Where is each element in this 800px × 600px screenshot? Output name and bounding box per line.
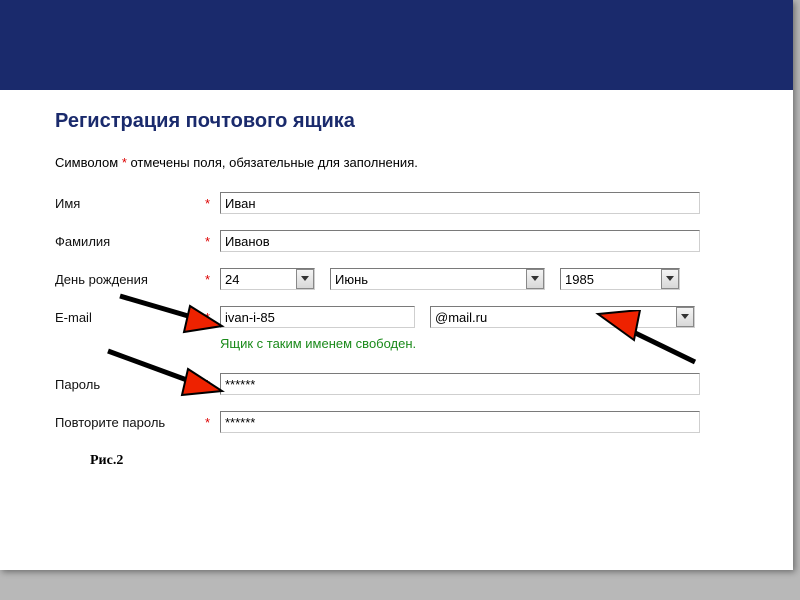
email-availability-hint: Ящик с таким именем свободен. — [220, 336, 748, 351]
password-input[interactable] — [220, 373, 700, 395]
row-email: E-mail * — [55, 304, 748, 330]
row-password: Пароль * — [55, 371, 748, 397]
required-note: Символом * отмечены поля, обязательные д… — [55, 155, 748, 170]
label-email: E-mail — [55, 310, 205, 325]
row-first-name: Имя * — [55, 190, 748, 216]
dropdown-icon[interactable] — [661, 269, 679, 289]
label-password-repeat: Повторите пароль — [55, 415, 205, 430]
password-repeat-input[interactable] — [220, 411, 700, 433]
label-first-name: Имя — [55, 196, 205, 211]
last-name-input[interactable] — [220, 230, 700, 252]
dropdown-icon[interactable] — [296, 269, 314, 289]
required-mark: * — [205, 196, 220, 211]
page-title: Регистрация почтового ящика — [55, 110, 748, 133]
email-domain-select[interactable] — [430, 306, 695, 328]
row-password-repeat: Повторите пароль * — [55, 409, 748, 435]
dropdown-icon[interactable] — [526, 269, 544, 289]
required-mark: * — [205, 415, 220, 430]
required-mark: * — [205, 310, 220, 325]
slide: Регистрация почтового ящика Символом * о… — [0, 0, 793, 570]
required-mark: * — [205, 272, 220, 287]
birth-month-select[interactable] — [330, 268, 545, 290]
required-mark: * — [205, 377, 220, 392]
email-local-input[interactable] — [220, 306, 415, 328]
header-band — [0, 0, 793, 90]
label-last-name: Фамилия — [55, 234, 205, 249]
content: Регистрация почтового ящика Символом * о… — [0, 90, 793, 469]
label-password: Пароль — [55, 377, 205, 392]
row-last-name: Фамилия * — [55, 228, 748, 254]
required-mark: * — [205, 234, 220, 249]
row-birthday: День рождения * — [55, 266, 748, 292]
label-birthday: День рождения — [55, 272, 205, 287]
dropdown-icon[interactable] — [676, 307, 694, 327]
figure-label: Рис.2 — [90, 453, 748, 469]
first-name-input[interactable] — [220, 192, 700, 214]
